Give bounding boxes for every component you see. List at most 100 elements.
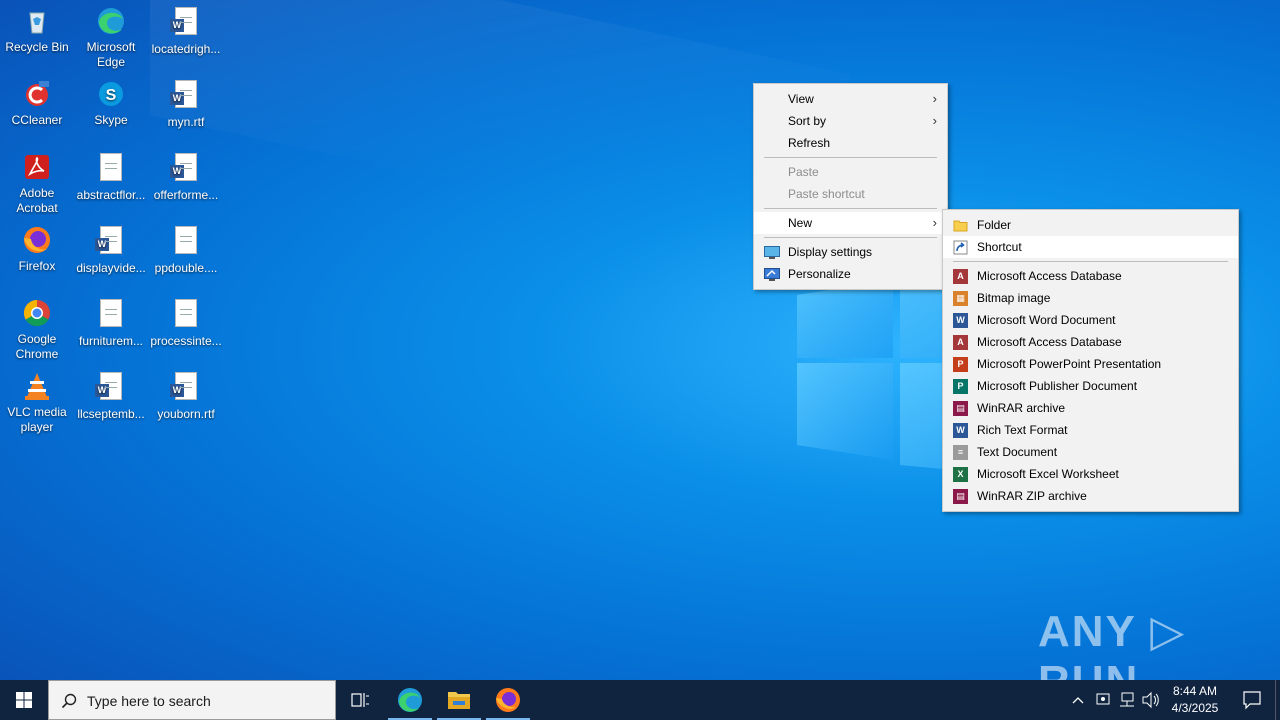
desktop-icon[interactable]: CCleaner [0,78,74,128]
access-icon: A [953,269,968,284]
menu-item-label: Paste shortcut [788,187,865,201]
desktop-icon-label: abstractflor... [76,188,146,202]
word-doc-icon: W [170,7,202,39]
submenu-item-winrar[interactable]: ▤ WinRAR archive [943,397,1238,419]
recycle-bin-icon [21,5,53,37]
submenu-file-types: A Microsoft Access Database ▦ Bitmap image W… [943,265,1238,507]
tray-network[interactable] [1116,680,1138,720]
desktop-icon[interactable]: Wdisplayvide... [74,224,148,276]
submenu-item-publisher[interactable]: P Microsoft Publisher Document [943,375,1238,397]
start-button[interactable] [0,680,48,720]
menu-separator [764,237,937,238]
submenu-item-excel[interactable]: X Microsoft Excel Worksheet [943,463,1238,485]
tray-overflow-button[interactable] [1068,680,1088,720]
desktop-icon[interactable]: Recycle Bin [0,5,74,55]
desktop-icon[interactable]: Firefox [0,224,74,274]
submenu-item-access[interactable]: A Microsoft Access Database [943,331,1238,353]
notification-center-button[interactable] [1232,680,1272,720]
text-doc-icon [170,226,202,258]
menu-item-refresh[interactable]: Refresh [754,132,947,154]
desktop-icon[interactable]: Wllcseptemb... [74,370,148,422]
submenu-item-access[interactable]: A Microsoft Access Database [943,265,1238,287]
desktop-icon[interactable]: furniturem... [74,297,148,349]
desktop-icon[interactable]: processinte... [149,297,223,349]
menu-item-label: Refresh [788,136,831,150]
search-icon [61,693,77,709]
desktop-icon-label: llcseptemb... [77,407,145,421]
menu-item-paste[interactable]: Paste [754,161,947,183]
taskbar-file-explorer[interactable] [435,680,483,720]
submenu-item-label: Microsoft Publisher Document [977,379,1138,393]
personalize-icon [764,267,780,281]
taskbar-search-box[interactable]: Type here to search [48,680,336,720]
skype-icon: S [95,78,127,110]
menu-separator [764,157,937,158]
publisher-icon: P [953,379,968,394]
desktop-context-menu: View › Sort by › Refresh Paste Paste sho… [753,83,948,290]
desktop-icon[interactable]: VLC media player [0,370,74,435]
submenu-item-powerpoint[interactable]: P Microsoft PowerPoint Presentation [943,353,1238,375]
winrar-icon: ▤ [953,401,968,416]
menu-item-personalize[interactable]: Personalize [754,263,947,285]
menu-item-view[interactable]: View › [754,88,947,110]
desktop-icon-label: Microsoft Edge [86,40,136,69]
desktop-icon-label: CCleaner [11,113,63,127]
menu-item-paste-shortcut[interactable]: Paste shortcut [754,183,947,205]
desktop-icon[interactable]: abstractflor... [74,151,148,203]
menu-separator [764,208,937,209]
chevron-right-icon: › [932,113,937,128]
submenu-item-label: Microsoft Access Database [977,335,1122,349]
submenu-item-label: Microsoft Access Database [977,269,1122,283]
submenu-item-label: Folder [977,218,1012,232]
submenu-item-text-doc[interactable]: ≡ Text Document [943,441,1238,463]
submenu-item-folder[interactable]: Folder [943,214,1238,236]
submenu-item-label: Text Document [977,445,1058,459]
task-view-button[interactable] [336,680,384,720]
desktop-icon-label: ppdouble.... [154,261,218,275]
desktop-icon-label: Google Chrome [15,332,59,361]
access-icon: A [953,335,968,350]
desktop-icon[interactable]: Microsoft Edge [74,5,148,70]
submenu-item-winrar-zip[interactable]: ▤ WinRAR ZIP archive [943,485,1238,507]
desktop-icon-label: myn.rtf [167,115,205,129]
desktop-icon[interactable]: Wofferforme... [149,151,223,203]
firefox-icon [496,688,520,712]
taskbar-edge[interactable] [386,680,434,720]
desktop-icon[interactable]: Wlocatedrigh... [149,5,223,57]
text-doc-icon: ≡ [953,445,968,460]
menu-item-new[interactable]: New › [754,212,947,234]
menu-item-display-settings[interactable]: Display settings [754,241,947,263]
chevron-up-icon [1072,697,1084,704]
taskbar: Type here to search 8:44 AM 4/3/2025 [0,680,1280,720]
taskbar-clock[interactable]: 8:44 AM 4/3/2025 [1160,683,1230,717]
word-doc-icon: W [170,153,202,185]
submenu-item-bitmap[interactable]: ▦ Bitmap image [943,287,1238,309]
desktop-icon-label: displayvide... [76,261,146,275]
svg-text:S: S [106,87,117,104]
menu-item-sort-by[interactable]: Sort by › [754,110,947,132]
submenu-item-label: Shortcut [977,240,1022,254]
acrobat-icon [21,151,53,183]
submenu-item-rtf[interactable]: W Rich Text Format [943,419,1238,441]
desktop-icon[interactable]: ppdouble.... [149,224,223,276]
taskbar-firefox[interactable] [484,680,532,720]
desktop-icon[interactable]: Google Chrome [0,297,74,362]
desktop-icon[interactable]: Wmyn.rtf [149,78,223,130]
desktop-icon[interactable]: Adobe Acrobat [0,151,74,216]
show-desktop-button[interactable] [1275,680,1280,720]
word-icon: W [953,313,968,328]
excel-icon: X [953,467,968,482]
firefox-icon [21,224,53,256]
tray-network-sharing[interactable] [1092,680,1114,720]
menu-item-label: Personalize [788,267,851,281]
submenu-item-word[interactable]: W Microsoft Word Document [943,309,1238,331]
text-doc-icon [95,299,127,331]
desktop-icon-label: processinte... [150,334,222,348]
desktop-icon[interactable]: S Skype [74,78,148,128]
desktop-icon-label: furniturem... [78,334,144,348]
folder-icon [448,692,470,709]
submenu-item-shortcut[interactable]: Shortcut [943,236,1238,258]
bitmap-icon: ▦ [953,291,968,306]
tray-volume[interactable] [1140,680,1162,720]
desktop-icon[interactable]: Wyouborn.rtf [149,370,223,422]
